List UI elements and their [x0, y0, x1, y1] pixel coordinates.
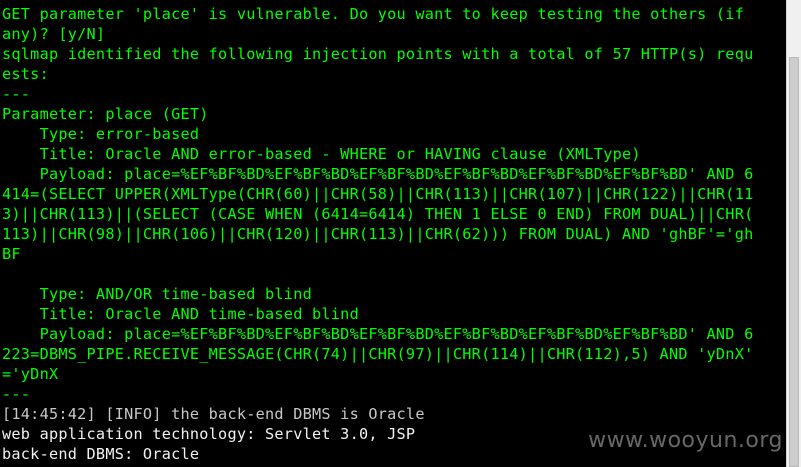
title-line: Title: Oracle AND error-based - WHERE or… — [2, 145, 641, 163]
vulnerable-prompt-line: any)? [y/N] — [2, 25, 106, 43]
title-line: Title: Oracle AND time-based blind — [2, 305, 359, 323]
payload-line: Payload: place=%EF%BF%BD%EF%BF%BD%EF%BF%… — [2, 325, 754, 343]
payload-line: ='yDnX — [2, 365, 59, 383]
watermark-text: www.wooyun.org — [588, 428, 783, 453]
payload-line: 414=(SELECT UPPER(XMLType(CHR(60)||CHR(5… — [2, 185, 754, 203]
payload-line: BF — [2, 245, 21, 263]
payload-line: 223=DBMS_PIPE.RECEIVE_MESSAGE(CHR(74)||C… — [2, 345, 754, 363]
separator-line: --- — [2, 85, 31, 103]
injection-summary-line: ests: — [2, 65, 49, 83]
payload-line: 3)||CHR(113)||(SELECT (CASE WHEN (6414=6… — [2, 205, 754, 223]
vulnerable-prompt-line: GET parameter 'place' is vulnerable. Do … — [2, 5, 745, 23]
info-log-line: [14:45:42] [INFO] the back-end DBMS is O… — [2, 405, 425, 423]
injection-summary-line: sqlmap identified the following injectio… — [2, 45, 754, 63]
vertical-scrollbar[interactable] — [786, 0, 801, 467]
type-line: Type: error-based — [2, 125, 200, 143]
payload-line: 113)||CHR(98)||CHR(106)||CHR(120)||CHR(1… — [2, 225, 754, 243]
separator-line: --- — [2, 385, 31, 403]
terminal-window[interactable]: GET parameter 'place' is vulnerable. Do … — [0, 0, 801, 467]
parameter-line: Parameter: place (GET) — [2, 105, 209, 123]
scrollbar-thumb[interactable] — [789, 57, 799, 467]
payload-line: Payload: place=%EF%BF%BD%EF%BF%BD%EF%BF%… — [2, 165, 754, 183]
cut-off-top-line — [0, 0, 786, 3]
terminal-output: GET parameter 'place' is vulnerable. Do … — [2, 4, 786, 464]
type-line: Type: AND/OR time-based blind — [2, 285, 312, 303]
